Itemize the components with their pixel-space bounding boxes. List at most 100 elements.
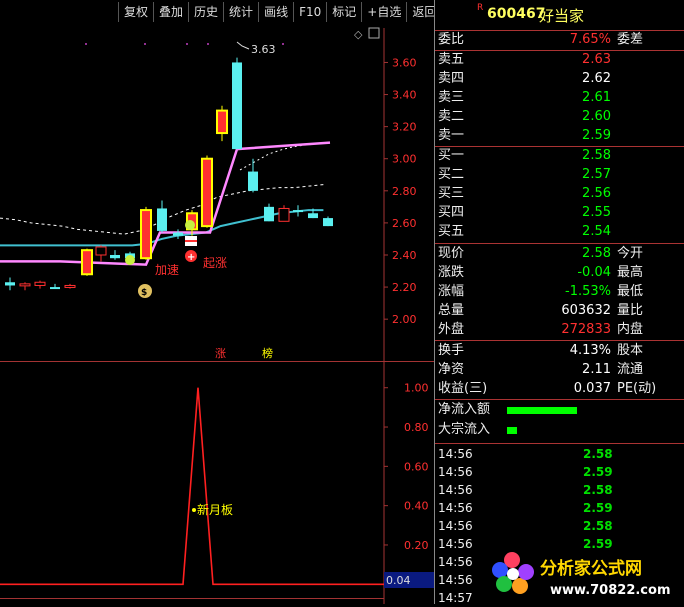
toolbar-btn-6[interactable]: 标记 <box>326 2 361 22</box>
buy-row-5-value: 2.54 <box>582 224 611 239</box>
y-tick-label: 2.60 <box>392 217 417 230</box>
y-tick-label: 2.20 <box>392 281 417 294</box>
tick-price: 2.58 <box>583 447 613 461</box>
y-tick-label: 2.80 <box>392 185 417 198</box>
kline-chart-area[interactable]: ◇ 3.60 3.40 3.20 3.00 2.80 2.60 2.40 2.20 2.00 1.… <box>0 0 434 604</box>
toolbar-btn-2[interactable]: 历史 <box>188 2 223 22</box>
watermark-url: www.70822.com <box>550 583 671 598</box>
y-tick-label: 3.40 <box>392 89 417 102</box>
toolbar-btn-4[interactable]: 画线 <box>258 2 293 22</box>
signal-dot <box>282 43 284 45</box>
candle-body <box>264 206 274 222</box>
buy-row-2-value: 2.57 <box>582 167 611 182</box>
tick-price: 2.58 <box>583 519 613 533</box>
stat2-row-1: 净资 2.11 流通 <box>435 361 684 379</box>
signal-dot <box>144 43 146 45</box>
stat-row-4-label2: 内盘 <box>617 322 644 337</box>
stat-row-3-value: 603632 <box>561 303 611 318</box>
candle-body <box>81 249 93 276</box>
buy-row-2-label: 买二 <box>438 167 465 182</box>
diamond-icon[interactable]: ◇ <box>354 28 363 41</box>
toolbar: 复权 叠加 历史 统计 画线 F10 标记 +自选 返回 <box>118 2 441 22</box>
sell-row-4-label: 卖四 <box>438 71 465 86</box>
toolbar-btn-7[interactable]: +自选 <box>361 2 406 22</box>
stat-row-2: 涨幅 -1.53% 最低 <box>435 283 684 301</box>
toolbar-btn-0[interactable]: 复权 <box>118 2 153 22</box>
candle-body <box>64 284 76 288</box>
tick-time: 14:56 <box>438 537 473 551</box>
candle-body <box>248 171 258 191</box>
toolbar-btn-5[interactable]: F10 <box>293 2 326 22</box>
candle-body <box>323 218 333 227</box>
stat-row-2-label: 涨幅 <box>438 284 465 299</box>
flow-row-1-label: 大宗流入 <box>438 422 491 437</box>
weibi-row-label: 委比 <box>438 32 465 47</box>
accel-signal-label: 加速 <box>155 263 179 277</box>
y-tick-label: 3.00 <box>392 153 417 166</box>
sub-y-tick-label: 0.80 <box>404 421 429 434</box>
tick-price: 2.59 <box>583 501 613 515</box>
tick-row: 14:56 2.58 <box>435 481 684 499</box>
candle-body <box>5 282 15 286</box>
watermark-logo: 分析家公式网 www.70822.com <box>492 552 671 598</box>
stat2-row-1-label: 净资 <box>438 362 465 377</box>
stat-row-3-label: 总量 <box>438 303 465 318</box>
gift-icon <box>185 236 197 246</box>
stat-row-0: 现价 2.58 今开 <box>435 245 684 263</box>
stock-code: 600467 <box>487 6 546 22</box>
tick-time: 14:56 <box>438 447 473 461</box>
candle <box>201 155 213 228</box>
stat-row-2-label2: 最低 <box>617 284 644 299</box>
stock-name: 好当家 <box>539 7 585 25</box>
sell-row-1: 卖一 2.59 <box>435 127 684 145</box>
stat-row-1-label: 涨跌 <box>438 265 465 280</box>
rise-signal-label: 起涨 <box>203 255 227 270</box>
sell-row-2: 卖二 2.60 <box>435 108 684 126</box>
candle-body <box>201 157 213 228</box>
stat-row-0-label: 现价 <box>438 246 465 261</box>
tick-row: 14:56 2.58 <box>435 445 684 463</box>
signal-dot <box>85 43 87 45</box>
candle-body <box>140 209 152 260</box>
candle-body <box>95 246 107 256</box>
stat-row-0-label2: 今开 <box>617 246 644 261</box>
flower-logo-icon <box>492 552 534 594</box>
sub-chart-signal-label: 新月板 <box>197 502 233 517</box>
stat2-row-1-label2: 流通 <box>617 362 644 377</box>
stat-row-3: 总量 603632 量比 <box>435 302 684 320</box>
plus-circle-icon: + <box>185 250 197 263</box>
sell-row-3-label: 卖三 <box>438 90 465 105</box>
candle <box>81 248 93 276</box>
stat2-row-0: 换手 4.13% 股本 <box>435 342 684 360</box>
y-tick-label: 3.20 <box>392 121 417 134</box>
weibi-row: 委比 7.65% 委差 <box>435 31 684 49</box>
buy-row-4: 买四 2.55 <box>435 204 684 222</box>
stat-row-4-value: 272833 <box>561 322 611 337</box>
sell-row-2-value: 2.60 <box>582 109 611 124</box>
signal-dot-icon <box>192 508 196 512</box>
toolbar-btn-1[interactable]: 叠加 <box>153 2 188 22</box>
sub-y-tick-label: 0.20 <box>404 539 429 552</box>
signal-dot <box>207 43 209 45</box>
current-value: 0.04 <box>386 574 411 587</box>
buy-row-3-value: 2.56 <box>582 186 611 201</box>
flow-bar-1 <box>507 427 517 434</box>
y-tick-label: 2.40 <box>392 249 417 262</box>
buy-row-3-label: 买三 <box>438 186 465 201</box>
flow-row-1: 大宗流入 <box>435 421 684 439</box>
candle-body <box>19 283 31 287</box>
bang-tag: 榜 <box>262 346 273 360</box>
signal-dot <box>186 43 188 45</box>
stat2-row-1-value: 2.11 <box>582 362 611 377</box>
sub-y-tick-label: 1.00 <box>404 382 429 395</box>
stat-row-4-label: 外盘 <box>438 322 465 337</box>
tick-time: 14:56 <box>438 501 473 515</box>
sell-row-2-label: 卖二 <box>438 109 465 124</box>
tick-price: 2.58 <box>583 483 613 497</box>
sell-row-4: 卖四 2.62 <box>435 70 684 88</box>
toolbar-btn-3[interactable]: 统计 <box>223 2 258 22</box>
stat2-row-2: 收益(三) 0.037 PE(动) <box>435 380 684 398</box>
candle-body <box>173 232 183 236</box>
candle-body <box>308 213 318 219</box>
tick-time: 14:56 <box>438 555 473 569</box>
